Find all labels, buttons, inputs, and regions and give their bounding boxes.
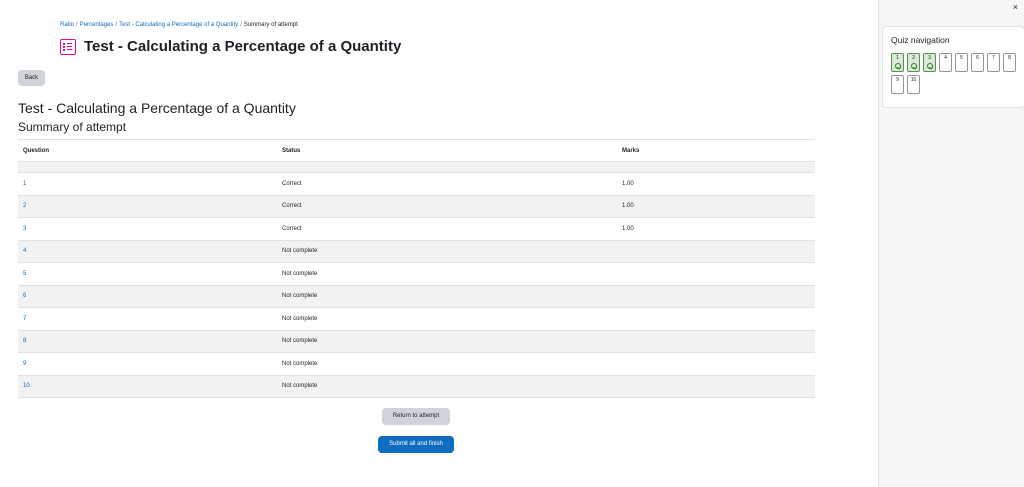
- status-cell: Not complete: [282, 338, 318, 345]
- question-nav-button-10[interactable]: 10: [907, 75, 920, 94]
- page-header: Test - Calculating a Percentage of a Qua…: [60, 38, 401, 55]
- page-title: Test - Calculating a Percentage of a Qua…: [84, 38, 402, 55]
- table-row: 8 Not complete: [18, 330, 815, 353]
- breadcrumb-separator: /: [115, 22, 118, 28]
- back-button[interactable]: Back: [18, 70, 45, 86]
- breadcrumb-percentages[interactable]: Percentages: [80, 22, 114, 28]
- question-nav-button-6[interactable]: 6: [971, 53, 984, 72]
- marks-cell: [617, 285, 815, 308]
- marks-cell: [617, 375, 815, 398]
- question-nav-button-4[interactable]: 4: [939, 53, 952, 72]
- question-nav-button-1[interactable]: 1: [891, 53, 904, 72]
- status-cell: Not complete: [282, 270, 318, 277]
- table-row: 3 Correct 1.00: [18, 217, 815, 240]
- status-cell: Not complete: [282, 383, 318, 390]
- close-icon[interactable]: ×: [1013, 2, 1018, 12]
- question-number: 7: [992, 55, 995, 61]
- submit-all-and-finish-button[interactable]: Submit all and finish: [378, 436, 454, 453]
- breadcrumb-separator: /: [240, 22, 242, 28]
- status-cell: Not complete: [282, 248, 318, 255]
- quiz-navigation-title: Quiz navigation: [891, 35, 950, 45]
- check-icon: [911, 63, 917, 69]
- column-header-marks: Marks: [617, 139, 815, 162]
- question-link[interactable]: 5: [23, 271, 26, 277]
- table-row: 5 Not complete: [18, 262, 815, 286]
- main-content: Ratio / Percentages / Test - Calculating a P…: [0, 0, 878, 487]
- question-link[interactable]: 2: [23, 203, 26, 209]
- question-link[interactable]: 8: [23, 338, 26, 344]
- question-link[interactable]: 6: [23, 293, 26, 299]
- quiz-icon: [60, 38, 76, 55]
- question-nav-button-2[interactable]: 2: [907, 53, 920, 72]
- marks-cell: [617, 240, 815, 263]
- question-link[interactable]: 7: [23, 316, 26, 322]
- return-to-attempt-button[interactable]: Return to attempt: [382, 408, 450, 425]
- column-header-status: Status: [277, 139, 617, 162]
- question-link[interactable]: 1: [23, 181, 26, 187]
- question-number: 4: [944, 55, 947, 61]
- question-number: 9: [896, 77, 899, 83]
- breadcrumb: Ratio / Percentages / Test - Calculating a P…: [60, 22, 298, 28]
- quiz-navigation-drawer: × Quiz navigation 1 2 3 4 5 6 7 8 9 10: [878, 0, 1024, 487]
- question-nav-button-3[interactable]: 3: [923, 53, 936, 72]
- breadcrumb-ratio[interactable]: Ratio: [60, 22, 74, 28]
- question-number: 5: [960, 55, 963, 61]
- table-row: 4 Not complete: [18, 240, 815, 263]
- table-row: 1 Correct 1.00: [18, 172, 815, 195]
- marks-cell: [617, 308, 815, 331]
- marks-cell: [617, 353, 815, 376]
- status-cell: Correct: [282, 225, 302, 232]
- marks-cell: [617, 330, 815, 353]
- question-number: 1: [896, 55, 899, 61]
- column-header-question: Question: [18, 139, 277, 162]
- quiz-heading: Test - Calculating a Percentage of a Qua…: [18, 100, 296, 116]
- question-nav-button-8[interactable]: 8: [1003, 53, 1016, 72]
- status-cell: Correct: [282, 203, 302, 210]
- question-link[interactable]: 10: [23, 383, 30, 389]
- question-number: 6: [976, 55, 979, 61]
- breadcrumb-separator: /: [76, 22, 78, 28]
- status-cell: Not complete: [282, 315, 318, 322]
- marks-cell: 1.00: [622, 180, 634, 187]
- summary-heading: Summary of attempt: [18, 120, 127, 134]
- status-cell: Not complete: [282, 293, 318, 300]
- table-row: 9 Not complete: [18, 352, 815, 376]
- marks-cell: 1.00: [622, 203, 634, 210]
- question-nav-button-9[interactable]: 9: [891, 75, 904, 94]
- question-link[interactable]: 9: [23, 361, 26, 367]
- table-row: 10 Not complete: [18, 375, 815, 398]
- status-cell: Not complete: [282, 360, 318, 367]
- question-link[interactable]: 3: [23, 226, 26, 232]
- check-icon: [895, 63, 901, 69]
- summary-table: Question Status Marks 1 Correct 1.00 2 Corr…: [18, 139, 815, 398]
- question-nav-button-7[interactable]: 7: [987, 53, 1000, 72]
- table-row: 2 Correct 1.00: [18, 195, 815, 218]
- table-row: 7 Not complete: [18, 307, 815, 331]
- breadcrumb-current: Summary of attempt: [243, 22, 298, 28]
- question-link[interactable]: 4: [23, 248, 26, 254]
- table-row: 6 Not complete: [18, 285, 815, 308]
- question-nav-button-5[interactable]: 5: [955, 53, 968, 72]
- question-number: 2: [912, 55, 915, 61]
- table-header-row: Question Status Marks: [18, 139, 815, 162]
- question-number: 3: [928, 55, 931, 61]
- question-button-grid: 1 2 3 4 5 6 7 8 9 10: [891, 53, 1023, 94]
- quiz-navigation-block: Quiz navigation 1 2 3 4 5 6 7 8 9 10: [882, 26, 1024, 108]
- marks-cell: [617, 263, 815, 286]
- question-number: 10: [910, 77, 917, 83]
- marks-cell: 1.00: [622, 225, 634, 232]
- question-number: 8: [1008, 55, 1011, 61]
- table-spacer-row: [18, 161, 815, 173]
- status-cell: Correct: [282, 180, 302, 187]
- breadcrumb-quiz[interactable]: Test - Calculating a Percentage of a Qua…: [119, 22, 238, 28]
- check-icon: [927, 63, 933, 69]
